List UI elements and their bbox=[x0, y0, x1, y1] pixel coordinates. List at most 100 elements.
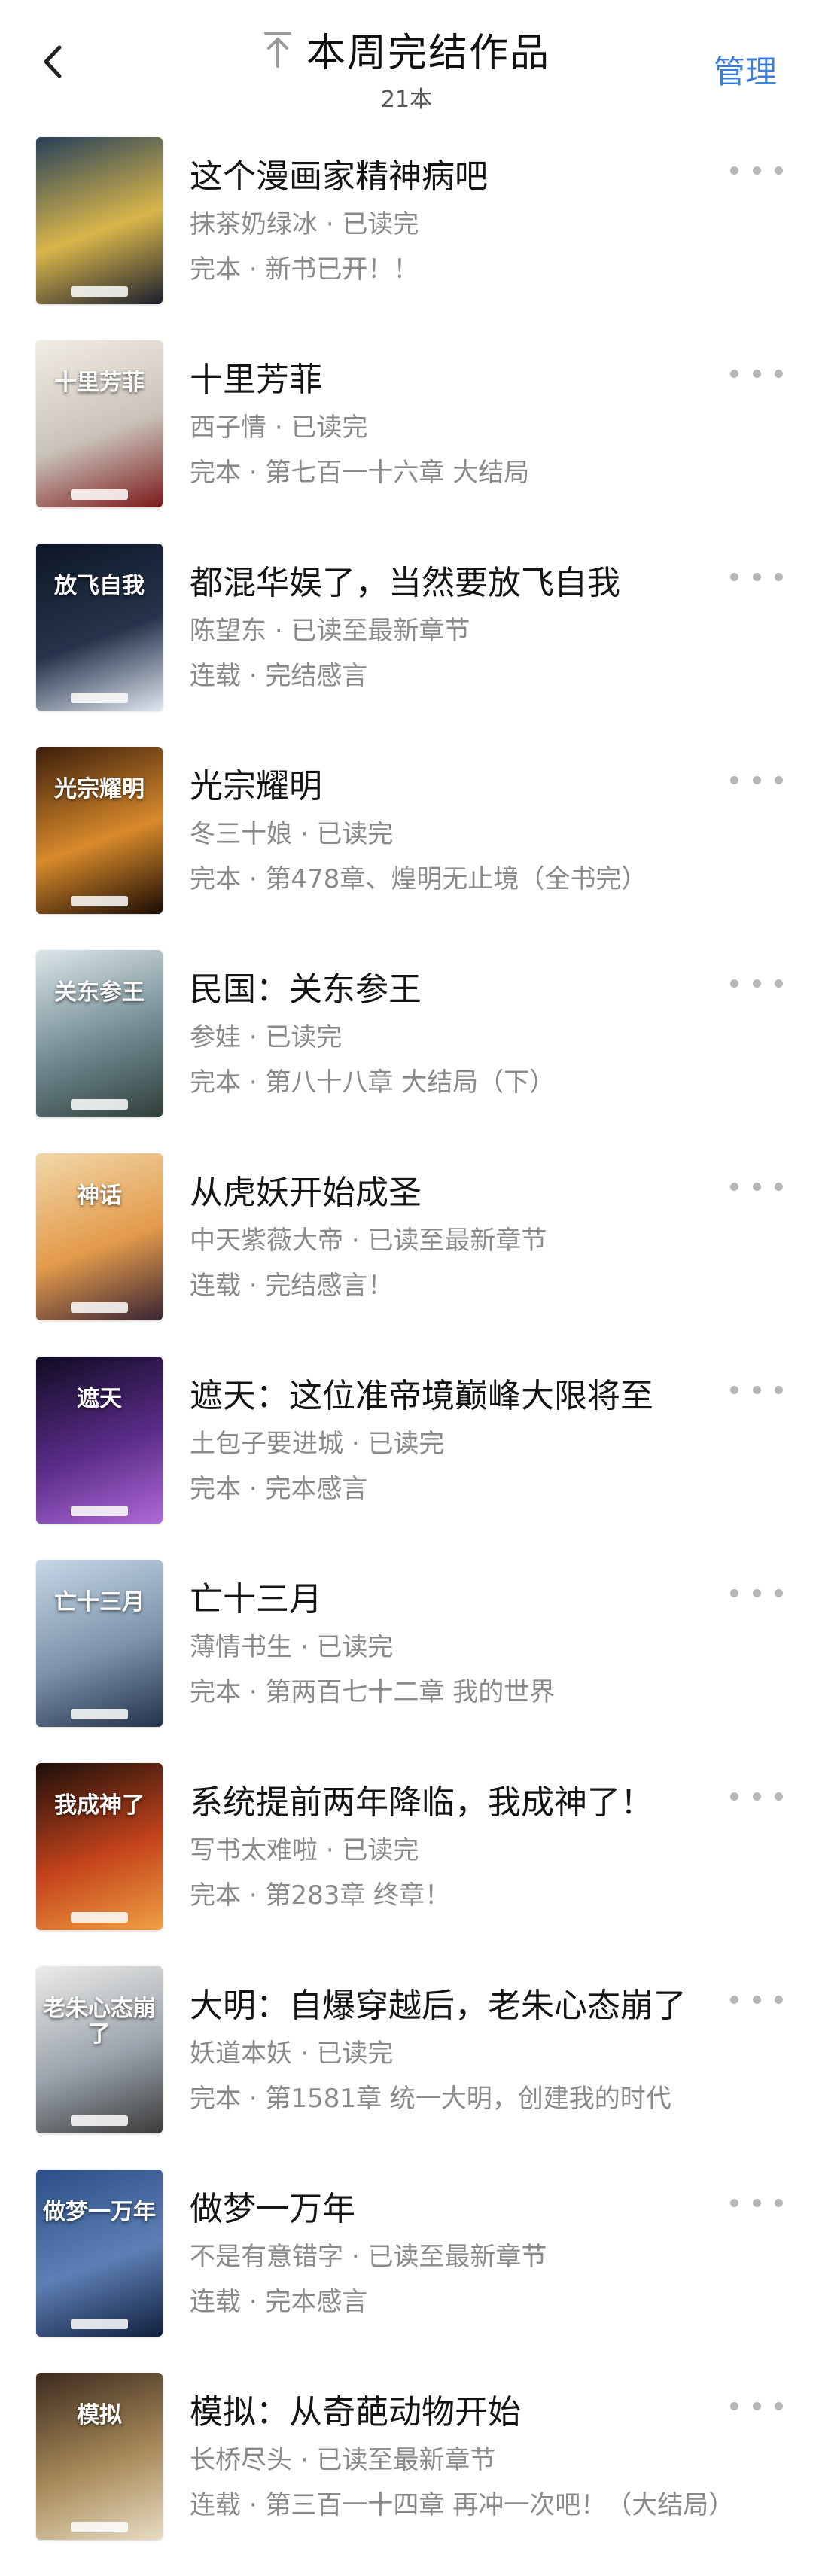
dot bbox=[730, 1792, 738, 1801]
separator: · bbox=[248, 2287, 257, 2317]
book-cover[interactable]: 十里芳菲 bbox=[36, 340, 163, 507]
book-author-progress: 西子情 · 已读完 bbox=[190, 406, 777, 443]
reading-progress: 已读完 bbox=[265, 1022, 343, 1052]
separator: · bbox=[351, 1429, 360, 1459]
dot bbox=[730, 572, 738, 581]
reading-progress: 已读至最新章节 bbox=[291, 616, 470, 646]
dot bbox=[752, 979, 761, 988]
book-list-item[interactable]: 模拟 模拟：从奇葩动物开始 长桥尽头 · 已读至最新章节 连载 · 第三百一十四… bbox=[0, 2373, 813, 2576]
publisher-badge bbox=[71, 896, 128, 906]
book-status-line: 完本 · 第八十八章 大结局（下） bbox=[190, 1061, 762, 1098]
reading-progress: 已读至最新章节 bbox=[367, 1226, 547, 1256]
dot bbox=[730, 369, 738, 378]
latest-chapter: 第三百一十四章 再冲一次吧！（大结局） bbox=[265, 2490, 735, 2520]
separator: · bbox=[274, 413, 283, 443]
cover-title-art: 模拟 bbox=[77, 2402, 122, 2428]
latest-chapter: 第七百一十六章 大结局 bbox=[265, 458, 530, 488]
more-dots-icon[interactable] bbox=[730, 1382, 783, 1397]
book-list-item[interactable]: 亡十三月 亡十三月 薄情书生 · 已读完 完本 · 第两百七十二章 我的世界 bbox=[0, 1560, 813, 1763]
reading-progress: 已读完 bbox=[316, 2039, 394, 2069]
reading-progress: 已读完 bbox=[367, 1429, 445, 1459]
book-cover[interactable]: 神话 bbox=[36, 1153, 163, 1320]
publisher-badge bbox=[71, 1709, 128, 1719]
book-cover[interactable]: 关东参王 bbox=[36, 950, 163, 1117]
publisher-badge bbox=[71, 2115, 128, 2126]
publisher-badge bbox=[71, 2522, 128, 2532]
more-dots-icon[interactable] bbox=[730, 2398, 783, 2413]
separator: · bbox=[248, 254, 257, 285]
book-cover[interactable]: 遮天 bbox=[36, 1357, 163, 1524]
latest-chapter: 完结感言！ bbox=[265, 1271, 394, 1301]
separator: · bbox=[300, 2445, 309, 2475]
more-dots-icon[interactable] bbox=[730, 1789, 783, 1804]
serial-status: 连载 bbox=[190, 2490, 241, 2520]
dot bbox=[730, 2198, 738, 2207]
book-cover[interactable]: 做梦一万年 bbox=[36, 2170, 163, 2337]
serial-status: 连载 bbox=[190, 661, 241, 691]
book-list-item[interactable]: 做梦一万年 做梦一万年 不是有意错字 · 已读至最新章节 连载 · 完本感言 bbox=[0, 2170, 813, 2373]
book-cover[interactable]: 我成神了 bbox=[36, 1763, 163, 1930]
dot bbox=[775, 1792, 783, 1801]
book-cover[interactable]: 放飞自我 bbox=[36, 544, 163, 711]
publisher-badge bbox=[71, 1912, 128, 1923]
more-dots-icon[interactable] bbox=[730, 366, 783, 381]
book-title: 这个漫画家精神病吧 bbox=[190, 157, 488, 196]
book-author: 薄情书生 bbox=[190, 1632, 292, 1662]
more-dots-icon[interactable] bbox=[730, 163, 783, 178]
more-dots-icon[interactable] bbox=[730, 569, 783, 584]
book-list-item[interactable]: 遮天 遮天：这位准帝境巅峰大限将至 土包子要进城 · 已读完 完本 · 完本感言 bbox=[0, 1357, 813, 1560]
dot bbox=[730, 775, 738, 784]
publisher-badge bbox=[71, 2319, 128, 2329]
book-list-item[interactable]: 神话 从虎妖开始成圣 中天紫薇大帝 · 已读至最新章节 连载 · 完结感言！ bbox=[0, 1153, 813, 1357]
book-cover[interactable]: 模拟 bbox=[36, 2373, 163, 2540]
book-list: 这个漫画家精神病吧 抹茶奶绿冰 · 已读完 完本 · 新书已开！！ 十里芳菲 十… bbox=[0, 137, 813, 2576]
book-author-progress: 陈望东 · 已读至最新章节 bbox=[190, 610, 777, 647]
book-list-item[interactable]: 这个漫画家精神病吧 抹茶奶绿冰 · 已读完 完本 · 新书已开！！ bbox=[0, 137, 813, 340]
cover-title-art: 关东参王 bbox=[54, 979, 145, 1006]
reading-progress: 已读完 bbox=[342, 1835, 419, 1865]
more-dots-icon[interactable] bbox=[730, 772, 783, 787]
manage-button[interactable]: 管理 bbox=[714, 47, 777, 93]
reading-progress: 已读至最新章节 bbox=[367, 2242, 547, 2272]
book-cover[interactable]: 光宗耀明 bbox=[36, 747, 163, 914]
book-list-item[interactable]: 光宗耀明 光宗耀明 冬三十娘 · 已读完 完本 · 第478章、煌明无止境（全书… bbox=[0, 747, 813, 950]
more-dots-icon[interactable] bbox=[730, 2195, 783, 2210]
book-cover[interactable] bbox=[36, 137, 163, 304]
separator: · bbox=[300, 2039, 309, 2069]
publisher-badge bbox=[71, 286, 128, 297]
separator: · bbox=[351, 2242, 360, 2272]
separator: · bbox=[300, 819, 309, 849]
book-list-item[interactable]: 关东参王 民国：关东参王 参娃 · 已读完 完本 · 第八十八章 大结局（下） bbox=[0, 950, 813, 1153]
book-status-line: 完本 · 第七百一十六章 大结局 bbox=[190, 452, 762, 489]
separator: · bbox=[300, 1632, 309, 1662]
book-list-item[interactable]: 放飞自我 都混华娱了，当然要放飞自我 陈望东 · 已读至最新章节 连载 · 完结… bbox=[0, 544, 813, 747]
more-dots-icon[interactable] bbox=[730, 976, 783, 991]
book-list-item[interactable]: 老朱心态崩了 大明：自爆穿越后，老朱心态崩了 妖道本妖 · 已读完 完本 · 第… bbox=[0, 1966, 813, 2170]
book-list-item[interactable]: 我成神了 系统提前两年降临，我成神了！ 写书太难啦 · 已读完 完本 · 第28… bbox=[0, 1763, 813, 1966]
latest-chapter: 第八十八章 大结局（下） bbox=[265, 1067, 556, 1098]
publisher-badge bbox=[71, 489, 128, 500]
latest-chapter: 完结感言 bbox=[265, 661, 368, 691]
book-list-item[interactable]: 十里芳菲 十里芳菲 西子情 · 已读完 完本 · 第七百一十六章 大结局 bbox=[0, 340, 813, 544]
cover-title-art: 老朱心态崩了 bbox=[43, 1996, 156, 2048]
book-author: 长桥尽头 bbox=[190, 2445, 292, 2475]
book-cover[interactable]: 老朱心态崩了 bbox=[36, 1966, 163, 2133]
book-title: 十里芳菲 bbox=[190, 361, 322, 399]
serial-status: 完本 bbox=[190, 458, 241, 488]
dot bbox=[752, 775, 761, 784]
separator: · bbox=[325, 1835, 334, 1865]
reading-progress: 已读至最新章节 bbox=[316, 2445, 496, 2475]
serial-status: 连载 bbox=[190, 1271, 241, 1301]
more-dots-icon[interactable] bbox=[730, 1585, 783, 1600]
cover-title-art: 神话 bbox=[77, 1183, 122, 1209]
more-dots-icon[interactable] bbox=[730, 1179, 783, 1194]
publisher-badge bbox=[71, 1506, 128, 1516]
dot bbox=[752, 2198, 761, 2207]
publisher-badge bbox=[71, 693, 128, 703]
more-dots-icon[interactable] bbox=[730, 1992, 783, 2007]
dot bbox=[752, 1792, 761, 1801]
book-author: 陈望东 bbox=[190, 616, 266, 646]
book-cover[interactable]: 亡十三月 bbox=[36, 1560, 163, 1727]
dot bbox=[775, 979, 783, 988]
reading-progress: 已读完 bbox=[342, 209, 419, 239]
